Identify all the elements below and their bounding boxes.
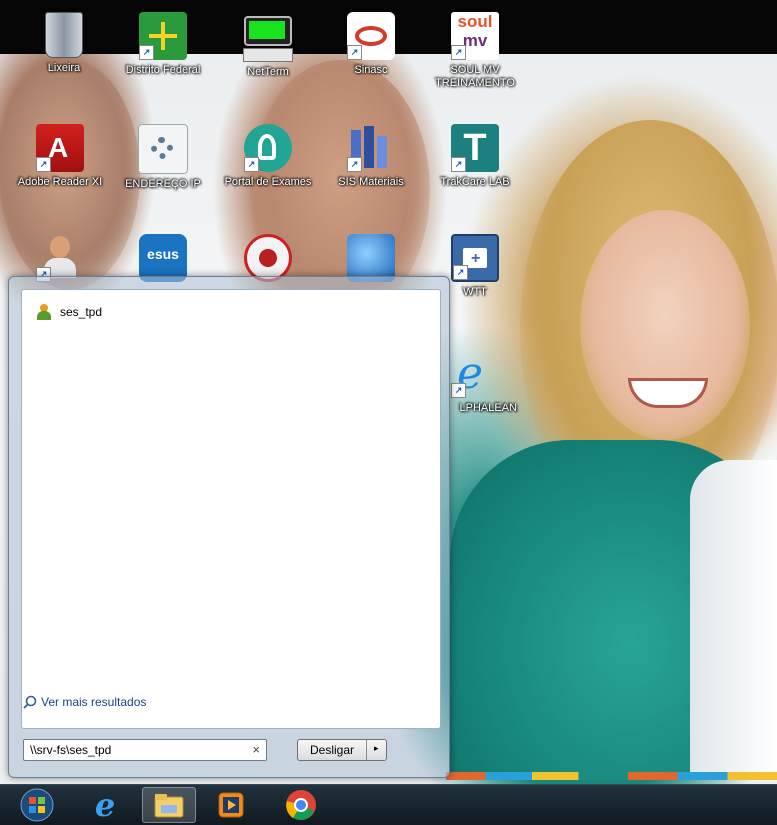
esus-logo-text: esus <box>147 246 179 262</box>
shortcut-arrow-icon: ↗ <box>451 383 466 398</box>
taskbar-media-player[interactable] <box>204 787 258 823</box>
desktop-icon-label-line2: TREINAMENTO <box>435 77 515 89</box>
shortcut-arrow-icon: ↗ <box>451 157 466 172</box>
sinasc-icon: ↗ <box>347 12 395 60</box>
internet-explorer-icon: e ↗ <box>451 350 499 398</box>
start-menu: ses_tpd Ver mais resultados × Desligar ▸ <box>8 276 450 778</box>
desktop-icon-sis-materiais[interactable]: ↗ SIS Materiais <box>321 124 421 189</box>
shutdown-button[interactable]: Desligar <box>298 740 368 760</box>
shutdown-options-arrow-icon[interactable]: ▸ <box>367 740 386 760</box>
flag-icon: ↗ <box>139 12 187 60</box>
search-results-pane: ses_tpd <box>21 289 441 729</box>
shortcut-arrow-icon: ↗ <box>451 45 466 60</box>
shortcut-arrow-icon: ↗ <box>36 157 51 172</box>
desktop-icon-radiation[interactable] <box>218 234 318 282</box>
network-gear-icon <box>138 124 188 174</box>
search-result-label: ses_tpd <box>60 305 103 319</box>
desktop-icon-label: SOUL MV <box>450 64 500 76</box>
chrome-icon <box>286 790 316 820</box>
desktop-icon-support[interactable]: ↗ <box>10 234 110 282</box>
taskbar-chrome[interactable] <box>274 787 328 823</box>
shortcut-arrow-icon: ↗ <box>244 157 259 172</box>
microscope-icon: ↗ <box>244 124 292 172</box>
desktop-icon-globe[interactable] <box>321 234 421 282</box>
desktop-icon-label: ENDEREÇO IP <box>125 178 201 190</box>
desktop-icon-label: Lixeira <box>47 62 81 74</box>
terminal-keyboard-icon <box>243 48 293 62</box>
wallpaper-coat <box>690 460 777 780</box>
support-agent-icon: ↗ <box>36 234 84 282</box>
shortcut-arrow-icon: ↗ <box>347 157 362 172</box>
desktop-icon-label: Sinasc <box>354 64 388 76</box>
wtt-folder-icon: + ↗ <box>451 234 499 282</box>
desktop-icon-trakcare[interactable]: T ↗ TrakCare LAB <box>425 124 525 189</box>
more-results-label: Ver mais resultados <box>41 695 147 709</box>
internet-explorer-icon: e <box>94 786 116 824</box>
desktop-icon-esus[interactable]: esus <box>113 234 213 282</box>
search-result-ses-tpd[interactable]: ses_tpd <box>36 304 102 320</box>
desktop-icon-label: TrakCare LAB <box>440 176 510 188</box>
recycle-bin-icon <box>45 12 83 58</box>
shortcut-arrow-icon: ↗ <box>139 45 154 60</box>
shutdown-button-group: Desligar ▸ <box>297 739 387 761</box>
desktop-icon-label: SIS Materiais <box>338 176 404 188</box>
desktop-icon-label: NetTerm <box>247 66 289 78</box>
taskbar: e <box>0 784 777 825</box>
search-box[interactable]: × <box>23 739 267 761</box>
globe-icon <box>347 234 395 282</box>
esus-icon: esus <box>139 234 187 282</box>
shortcut-arrow-icon: ↗ <box>347 45 362 60</box>
desktop-icon-label: Adobe Reader XI <box>17 176 103 188</box>
shortcut-arrow-icon: ↗ <box>453 265 468 280</box>
desktop-icon-soul-mv[interactable]: soul mv ↗ SOUL MV TREINAMENTO <box>425 12 525 90</box>
user-folder-icon <box>36 304 52 320</box>
adobe-reader-icon: A ↗ <box>36 124 84 172</box>
more-results-link[interactable]: Ver mais resultados <box>23 695 146 709</box>
desktop-icon-distrito-federal[interactable]: ↗ Distrito Federal <box>113 12 213 77</box>
wallpaper-color-strip <box>446 772 777 780</box>
search-input[interactable] <box>24 740 246 760</box>
soul-mv-icon: soul mv ↗ <box>451 12 499 60</box>
trakcare-icon: T ↗ <box>451 124 499 172</box>
folder-icon <box>154 794 184 818</box>
media-player-icon <box>218 792 244 818</box>
taskbar-internet-explorer[interactable]: e <box>78 787 132 823</box>
desktop-icon-label: Distrito Federal <box>125 64 201 76</box>
sis-materiais-icon: ↗ <box>347 124 395 172</box>
start-orb-button[interactable] <box>10 787 64 823</box>
clear-search-icon[interactable]: × <box>252 742 260 757</box>
desktop-icon-label: Portal de Exames <box>224 176 312 188</box>
desktop-icon-adobe-reader[interactable]: A ↗ Adobe Reader XI <box>10 124 110 189</box>
desktop-icon-portal-exames[interactable]: ↗ Portal de Exames <box>218 124 318 189</box>
windows-logo-icon <box>20 788 54 822</box>
desktop-icon-lixeira[interactable]: Lixeira <box>14 12 114 75</box>
desktop-icon-endereco-ip[interactable]: ENDEREÇO IP <box>113 124 213 191</box>
desktop-icon-sinasc[interactable]: ↗ Sinasc <box>321 12 421 77</box>
radiation-icon <box>244 234 292 282</box>
taskbar-windows-explorer[interactable] <box>142 787 196 823</box>
soul-logo-text: soul <box>457 12 493 31</box>
search-icon <box>23 695 37 709</box>
desktop-icon-netterm[interactable]: NetTerm <box>218 12 318 79</box>
terminal-icon <box>244 16 292 46</box>
